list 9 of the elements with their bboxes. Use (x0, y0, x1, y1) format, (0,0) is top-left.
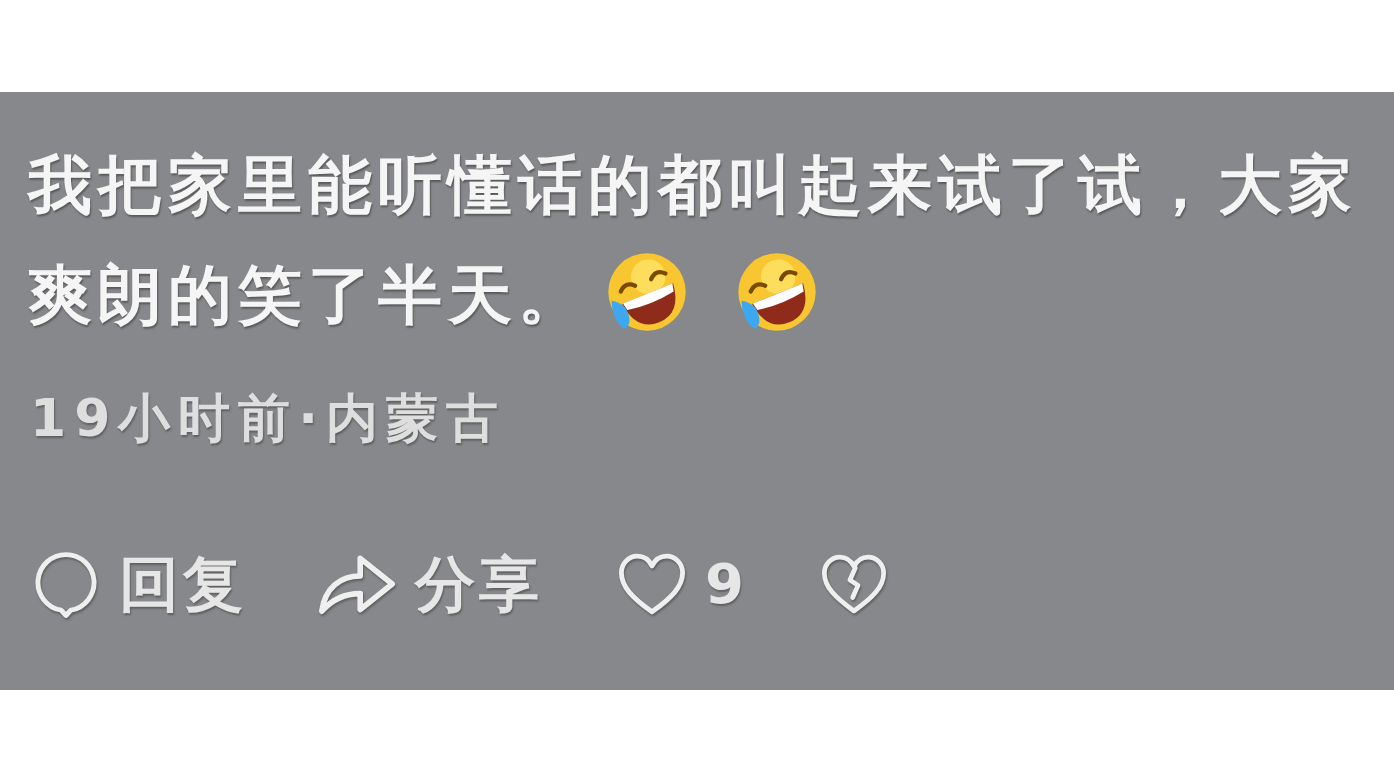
comment-meta: 19小时前·内蒙古 (29, 388, 507, 448)
like-button[interactable]: 9 (617, 544, 748, 624)
dislike-button[interactable] (819, 553, 888, 615)
heart-icon (617, 552, 687, 616)
comment-text: 爽朗的笑了半天。 (28, 258, 588, 332)
broken-heart-icon (819, 553, 888, 615)
share-button[interactable]: 分享 (317, 544, 543, 624)
reply-button[interactable]: 回复 (31, 544, 247, 624)
comment-text: 我把家里能听懂话的都叫起来试了试，大家 (28, 148, 1358, 222)
